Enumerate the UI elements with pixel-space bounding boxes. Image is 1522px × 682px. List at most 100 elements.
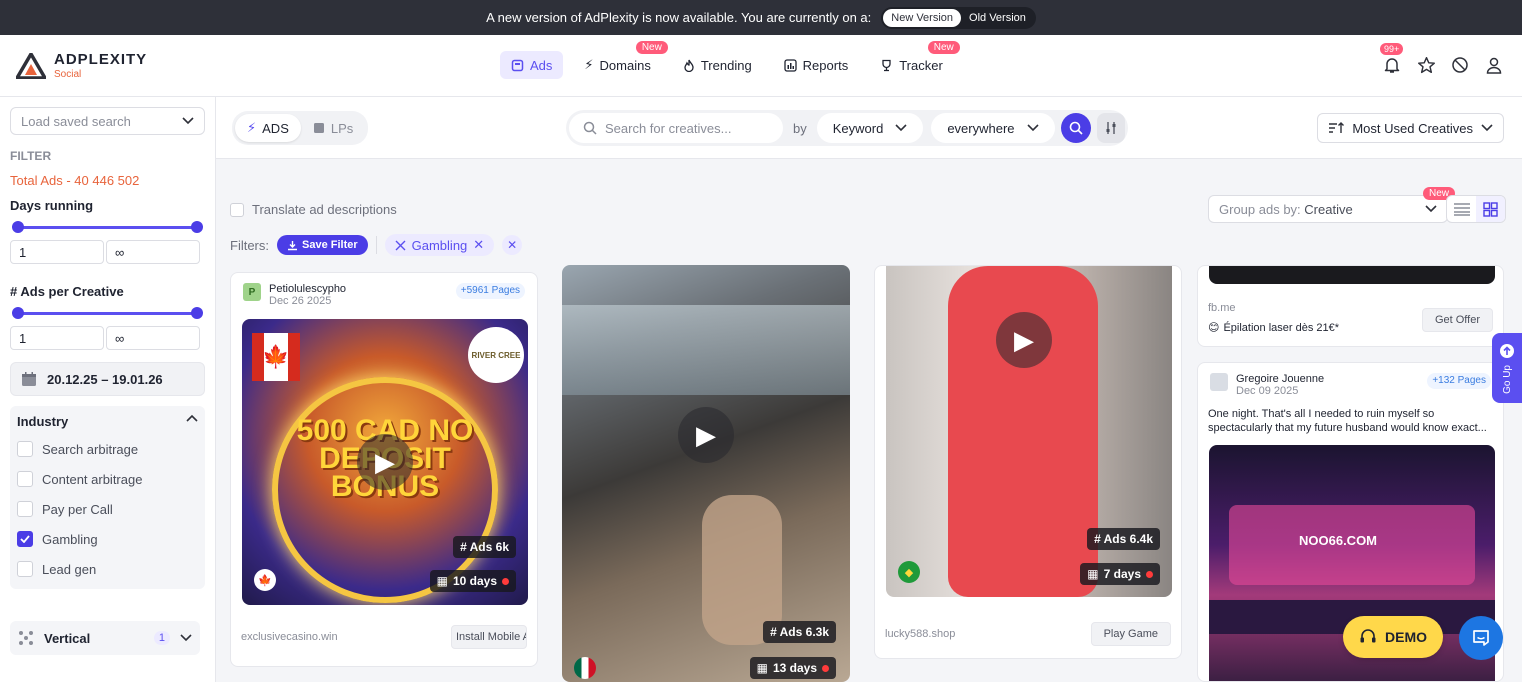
- industry-option-gambling[interactable]: Gambling: [17, 531, 198, 547]
- ad-creative[interactable]: 🍁 RIVER CREE 500 CAD NO DEPOSIT BONUS ▶ …: [242, 319, 528, 605]
- vertical-filter[interactable]: Vertical 1: [10, 621, 200, 655]
- checkbox[interactable]: [17, 501, 33, 517]
- sky-region: [562, 305, 850, 395]
- search-scope-select[interactable]: everywhere: [931, 113, 1055, 143]
- grid-view-button[interactable]: [1476, 196, 1505, 222]
- tab-lps[interactable]: LPs: [301, 114, 365, 142]
- notifications-badge: 99+: [1380, 43, 1404, 55]
- calendar-icon: ▦: [756, 661, 768, 675]
- card-header: P Petiolulescypho Dec 26 2025 +5961 Page…: [231, 273, 537, 307]
- save-filter-button[interactable]: Save Filter: [277, 235, 368, 255]
- ad-creative[interactable]: ▶ # Ads 6.4k ▦ 7 days ◆: [886, 266, 1172, 597]
- days-min-input[interactable]: 1: [10, 240, 104, 264]
- old-version-button[interactable]: Old Version: [961, 9, 1034, 27]
- industry-label: Industry: [17, 414, 69, 429]
- filters-label: Filters:: [230, 237, 269, 253]
- clear-filters-button[interactable]: ✕: [502, 235, 523, 255]
- remove-chip-icon[interactable]: ✕: [473, 237, 484, 253]
- translate-toggle[interactable]: Translate ad descriptions: [230, 202, 397, 217]
- save-filter-label: Save Filter: [302, 239, 358, 251]
- industry-header[interactable]: Industry: [17, 414, 198, 429]
- landing-domain[interactable]: lucky588.shop: [885, 628, 955, 640]
- page-icon: [313, 123, 324, 133]
- advertiser-name[interactable]: Gregoire Jouenne: [1236, 373, 1324, 385]
- saved-search-select[interactable]: Load saved search: [10, 107, 205, 135]
- industry-option-pay-per-call[interactable]: Pay per Call: [17, 501, 198, 517]
- slider-min-handle[interactable]: [12, 307, 24, 319]
- ad-card[interactable]: P Petiolulescypho Dec 26 2025 +5961 Page…: [230, 272, 538, 667]
- go-up-button[interactable]: Go Up: [1492, 333, 1522, 403]
- days-running-slider[interactable]: [10, 220, 205, 234]
- advertiser-name[interactable]: Petiolulescypho: [269, 283, 346, 295]
- industry-option-lead-gen[interactable]: Lead gen: [17, 561, 198, 577]
- chevron-down-icon: [895, 124, 907, 132]
- nav-reports[interactable]: Reports: [773, 51, 860, 79]
- cta-button[interactable]: Play Game: [1090, 622, 1171, 646]
- slider-max-handle[interactable]: [191, 221, 203, 233]
- ad-card[interactable]: fb.me 😊 Épilation laser dès 21€* Get Offe…: [1197, 265, 1504, 347]
- industry-option-search-arbitrage[interactable]: Search arbitrage: [17, 441, 198, 457]
- nav-trending[interactable]: Trending: [672, 51, 763, 79]
- play-icon[interactable]: ▶: [996, 312, 1052, 368]
- chevron-down-icon: [1026, 124, 1039, 132]
- sort-select[interactable]: Most Used Creatives: [1317, 113, 1504, 143]
- days-max-input[interactable]: ∞: [106, 240, 200, 264]
- play-icon[interactable]: ▶: [357, 434, 413, 490]
- date-range-picker[interactable]: 20.12.25 – 19.01.26: [10, 362, 205, 396]
- search-input[interactable]: Search for creatives...: [569, 113, 783, 143]
- card-footer: exclusivecasino.win Install Mobile App: [241, 625, 527, 649]
- checkbox[interactable]: [17, 561, 33, 577]
- checkbox[interactable]: [17, 441, 33, 457]
- industry-option-content-arbitrage[interactable]: Content arbitrage: [17, 471, 198, 487]
- checkbox-checked[interactable]: [17, 531, 33, 547]
- notifications-button[interactable]: 99+: [1380, 43, 1404, 75]
- pages-badge[interactable]: +5961 Pages: [455, 283, 525, 299]
- search-by-select[interactable]: Keyword: [816, 113, 924, 143]
- description-text: Épilation laser dès 21€*: [1223, 321, 1340, 334]
- favorites-button[interactable]: [1416, 55, 1436, 75]
- calendar-icon: ▦: [436, 574, 448, 588]
- profile-button[interactable]: [1484, 55, 1504, 75]
- advanced-filters-button[interactable]: [1096, 113, 1125, 143]
- slider-max-handle[interactable]: [191, 307, 203, 319]
- block-button[interactable]: [1450, 55, 1470, 75]
- group-by-label: Group ads by:: [1219, 201, 1301, 217]
- landing-domain[interactable]: exclusivecasino.win: [241, 631, 338, 643]
- tab-ads[interactable]: ⚡ ADS: [235, 114, 301, 142]
- brand-logo[interactable]: ADPLEXITY Social: [16, 51, 147, 80]
- nav-tracker[interactable]: Tracker New: [869, 41, 960, 79]
- chat-button[interactable]: [1459, 616, 1503, 660]
- vertical-icon: [395, 240, 406, 250]
- days-range-inputs: 1 ∞: [10, 240, 205, 264]
- checkbox[interactable]: [17, 471, 33, 487]
- play-icon[interactable]: ▶: [678, 407, 734, 463]
- date-range-value: 20.12.25 – 19.01.26: [47, 371, 163, 387]
- pages-badge[interactable]: +132 Pages: [1427, 373, 1491, 389]
- casino-logo: RIVER CREE: [468, 327, 524, 383]
- search-bar: Search for creatives... by Keyword every…: [566, 110, 1128, 146]
- demo-button[interactable]: DEMO: [1343, 616, 1443, 658]
- slider-min-handle[interactable]: [12, 221, 24, 233]
- filter-chip-gambling[interactable]: Gambling ✕: [384, 234, 495, 256]
- landing-domain[interactable]: fb.me: [1208, 302, 1236, 314]
- ads-per-creative-slider[interactable]: [10, 306, 205, 320]
- update-banner: A new version of AdPlexity is now availa…: [0, 0, 1522, 35]
- group-by-select[interactable]: Group ads by: Creative New: [1208, 187, 1455, 223]
- list-view-button[interactable]: [1447, 196, 1476, 222]
- ad-creative[interactable]: ▶ # Ads 6.3k ▦ 13 days: [562, 265, 850, 682]
- apc-max-input[interactable]: ∞: [106, 326, 200, 350]
- ad-creative[interactable]: [1209, 266, 1495, 284]
- new-version-button[interactable]: New Version: [883, 8, 962, 27]
- ad-card[interactable]: ▶ # Ads 6.4k ▦ 7 days ◆ lucky588.shop Pla…: [874, 265, 1182, 659]
- nav-ads[interactable]: Ads: [500, 51, 564, 79]
- days-running-badge: ▦ 7 days: [1080, 563, 1160, 585]
- days-value: 13 days: [772, 661, 817, 675]
- ad-card[interactable]: ▶ # Ads 6.3k ▦ 13 days: [562, 265, 850, 682]
- ad-description: One night. That's all I needed to ruin m…: [1208, 408, 1487, 434]
- cta-button[interactable]: Install Mobile App: [451, 625, 527, 649]
- search-button[interactable]: [1060, 113, 1091, 143]
- nav-domains[interactable]: ⚡ Domains New: [573, 41, 668, 79]
- cta-button[interactable]: Get Offer: [1421, 308, 1493, 332]
- apc-min-input[interactable]: 1: [10, 326, 104, 350]
- checkbox[interactable]: [230, 202, 244, 217]
